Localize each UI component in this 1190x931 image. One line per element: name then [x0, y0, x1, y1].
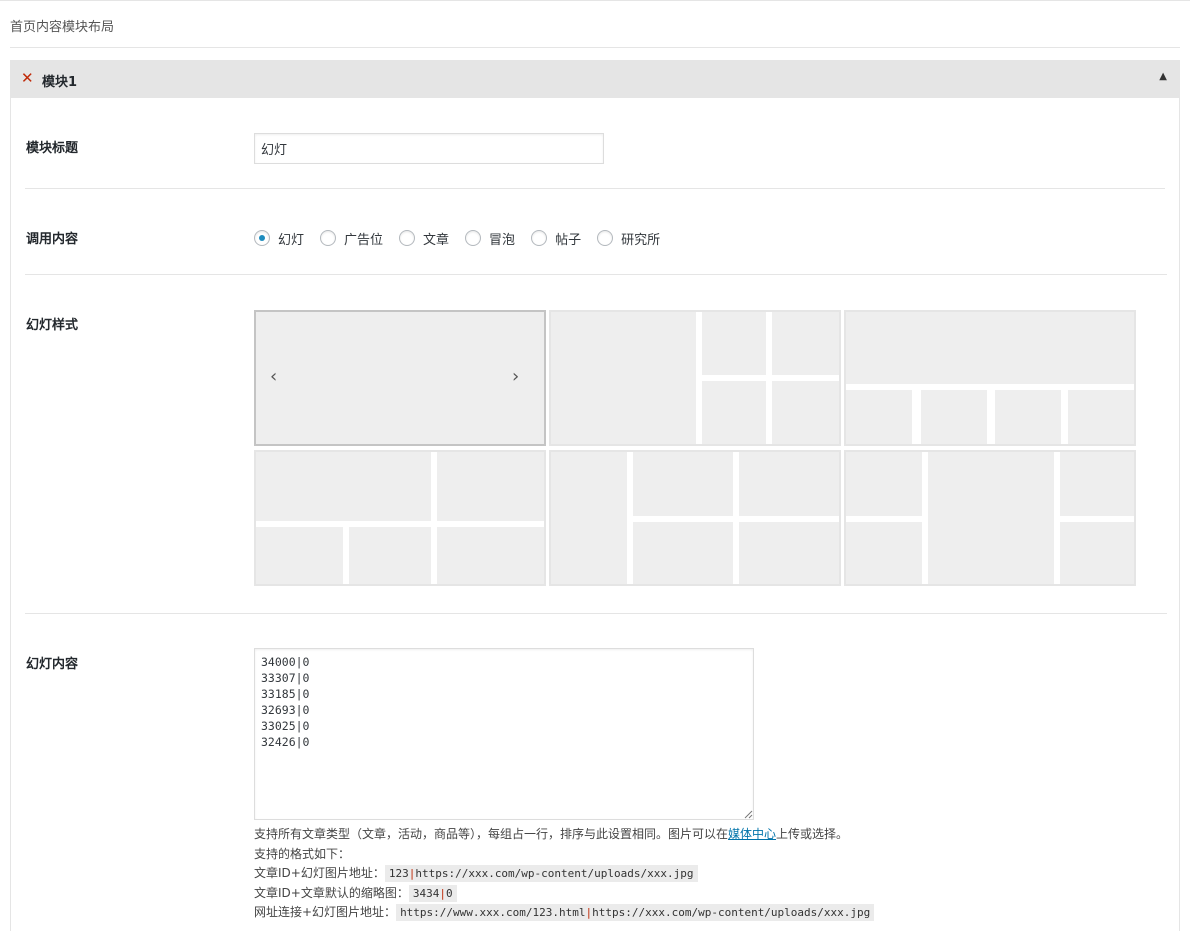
help-text: 支持所有文章类型（文章，活动，商品等），每组占一行，排序与此设置相同。图片可以在…	[254, 825, 1154, 923]
module-title-input[interactable]	[254, 133, 604, 164]
resize-handle-icon[interactable]	[744, 810, 753, 819]
layout-block	[349, 527, 431, 584]
code-part: https://xxx.com/wp-content/uploads/xxx.j…	[592, 906, 871, 919]
layout-block	[772, 381, 839, 444]
layout-block	[1068, 390, 1134, 444]
radio-label: 冒泡	[489, 232, 516, 248]
code-part: 123	[388, 867, 409, 880]
slide-style-option-6[interactable]	[844, 450, 1136, 586]
layout-block	[772, 312, 839, 375]
layout-block	[928, 452, 1054, 584]
format-label: 文章ID+文章默认的缩略图：	[254, 885, 409, 900]
layout-block	[1060, 452, 1134, 516]
module-panel: ✕ 模块1 ▲ 模块标题 调用内容 幻灯 广告位 文章 冒泡 帖子 研	[10, 60, 1180, 931]
radio-button[interactable]	[531, 230, 548, 246]
layout-block	[256, 312, 544, 444]
row-divider	[25, 613, 1167, 614]
radio-button[interactable]	[465, 230, 482, 246]
layout-block	[846, 312, 1134, 384]
title-field-label: 模块标题	[26, 141, 79, 156]
format-label: 网址连接+幻灯图片地址：	[254, 905, 397, 919]
layout-block	[995, 390, 1061, 444]
slide-style-option-2[interactable]	[549, 310, 841, 446]
code-part: 3434	[412, 886, 440, 900]
code-part: 0	[445, 886, 453, 900]
radio-label: 帖子	[555, 232, 582, 248]
layout-block	[846, 390, 912, 444]
radio-option-slides[interactable]: 幻灯	[254, 229, 304, 248]
radio-option-bubbles[interactable]: 冒泡	[465, 229, 515, 248]
media-center-link[interactable]: 媒体中心	[728, 827, 776, 841]
chevron-right-icon: ›	[512, 366, 520, 387]
module-title: 模块1	[42, 75, 78, 90]
code-part: https://xxx.com/wp-content/uploads/xxx.j…	[415, 867, 694, 880]
radio-button[interactable]	[254, 230, 270, 246]
radio-label: 文章	[423, 232, 450, 248]
layout-block	[256, 452, 431, 521]
layout-block	[739, 522, 839, 584]
layout-block	[1060, 522, 1134, 584]
row-divider	[25, 188, 1165, 189]
help-text-segment: 上传或选择。	[776, 827, 849, 841]
radio-option-posts[interactable]: 帖子	[531, 229, 581, 248]
help-line: 文章ID+幻灯图片地址： 123|https://xxx.com/wp-conte…	[254, 864, 1154, 884]
radio-option-articles[interactable]: 文章	[399, 229, 449, 248]
code-separator: |	[439, 886, 446, 900]
format-example: 3434|0	[408, 884, 457, 902]
radio-button[interactable]	[597, 230, 614, 246]
slides-content-textarea[interactable]: 34000|0 33307|0 33185|0 32693|0 33025|0 …	[254, 648, 754, 820]
title-divider	[10, 47, 1180, 48]
radio-option-institute[interactable]: 研究所	[597, 229, 660, 248]
slide-style-option-3[interactable]	[844, 310, 1136, 446]
content-field-label: 调用内容	[26, 232, 79, 247]
radio-option-ads[interactable]: 广告位	[320, 229, 383, 248]
module-header[interactable]: ✕ 模块1 ▲	[11, 60, 1179, 98]
help-line: 文章ID+文章默认的缩略图： 3434|0	[254, 884, 1154, 904]
layout-block	[921, 390, 987, 444]
slide-style-option-4[interactable]	[254, 450, 546, 586]
slide-style-option-1[interactable]: ‹ ›	[254, 310, 546, 446]
radio-label: 研究所	[621, 232, 661, 248]
format-label: 文章ID+幻灯图片地址：	[254, 866, 385, 880]
layout-block	[437, 527, 544, 584]
layout-block	[256, 527, 343, 584]
page-title: 首页内容模块布局	[10, 20, 115, 35]
format-example: 123|https://xxx.com/wp-content/uploads/x…	[384, 865, 698, 882]
slide-style-option-5[interactable]	[549, 450, 841, 586]
help-line: 支持的格式如下：	[254, 846, 351, 861]
help-text-segment: 支持所有文章类型（文章，活动，商品等），每组占一行，排序与此设置相同。图片可以在	[254, 827, 729, 841]
layout-block	[551, 312, 696, 444]
chevron-left-icon: ‹	[270, 366, 278, 387]
radio-label: 广告位	[344, 232, 384, 248]
row-divider	[25, 274, 1167, 275]
radio-button[interactable]	[320, 230, 337, 246]
layout-block	[846, 522, 922, 584]
layout-block	[633, 522, 733, 584]
close-icon[interactable]: ✕	[21, 70, 35, 86]
layout-block	[551, 452, 627, 584]
layout-block	[633, 452, 733, 516]
radio-button[interactable]	[399, 230, 416, 246]
layout-block	[739, 452, 839, 516]
slide-style-grid: ‹ ›	[254, 310, 1138, 587]
slides-field-label: 幻灯内容	[26, 657, 79, 672]
help-line: 支持所有文章类型（文章，活动，商品等），每组占一行，排序与此设置相同。图片可以在…	[254, 825, 1154, 845]
layout-block	[846, 452, 922, 516]
triangle-up-icon[interactable]: ▲	[1159, 71, 1167, 82]
format-example: https://www.xxx.com/123.html|https://xxx…	[396, 904, 875, 921]
content-radio-group: 幻灯 广告位 文章 冒泡 帖子 研究所	[254, 228, 676, 248]
layout-block	[702, 381, 766, 444]
help-line: 网址连接+幻灯图片地址： https://www.xxx.com/123.html…	[254, 903, 1154, 923]
top-border	[0, 0, 1190, 1]
code-part: https://www.xxx.com/123.html	[400, 906, 586, 919]
layout-block	[702, 312, 766, 375]
style-field-label: 幻灯样式	[26, 318, 79, 333]
layout-block	[437, 452, 544, 521]
radio-label: 幻灯	[278, 232, 305, 248]
